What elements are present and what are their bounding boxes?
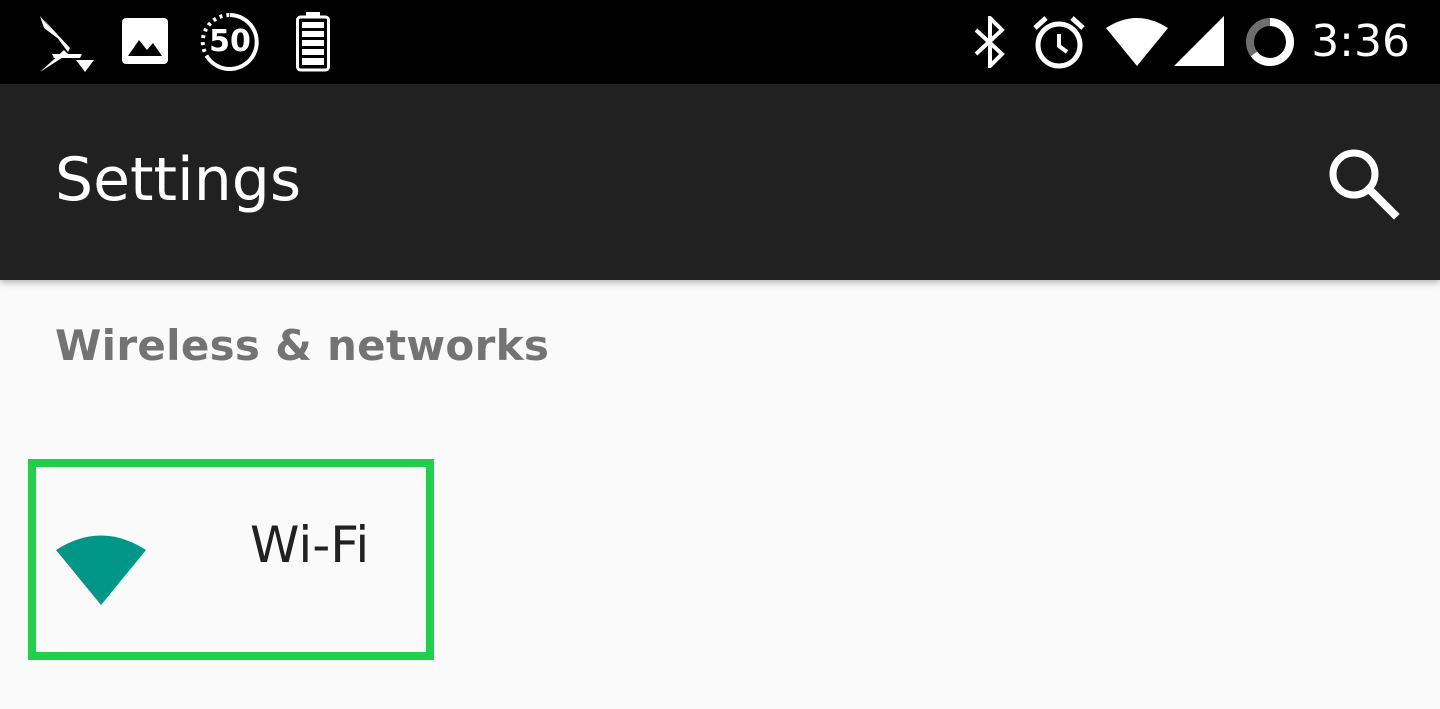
wifi-signal-icon [1106,18,1168,66]
status-bar: 50 3:36 [0,0,1440,84]
data-saver-icon [1246,18,1294,66]
wifi-icon [56,535,146,605]
sprint-logo-icon [40,16,94,72]
page-title: Settings [55,145,302,215]
section-header-wireless-networks: Wireless & networks [55,321,550,370]
alarm-clock-icon [1033,16,1085,69]
bluetooth-icon [974,16,1005,68]
speed-badge-value: 50 [209,24,251,59]
search-icon [1329,149,1400,220]
search-button[interactable] [1320,140,1404,224]
status-time: 3:36 [1311,16,1410,67]
app-toolbar: Settings [0,84,1440,280]
cellular-signal-icon [1174,16,1224,66]
battery-full-icon [296,12,330,72]
settings-item-wifi[interactable]: Wi-Fi [28,459,434,660]
image-icon [122,18,168,64]
settings-item-label: Wi-Fi [250,516,370,574]
